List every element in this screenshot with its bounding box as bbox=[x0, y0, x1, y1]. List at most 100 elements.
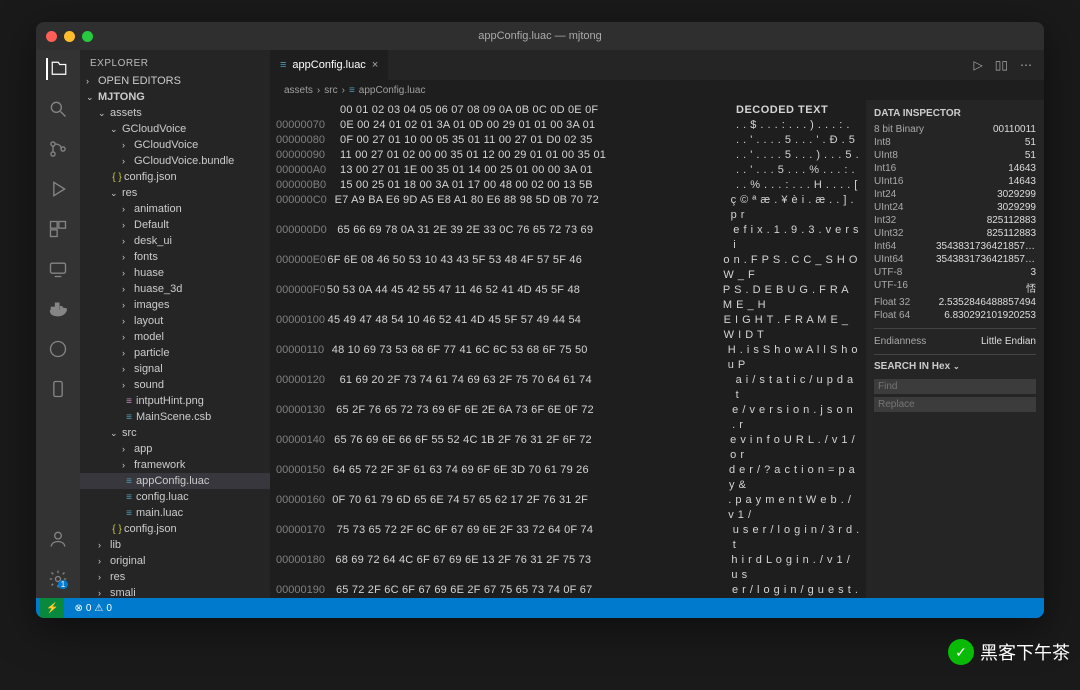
close-tab-icon[interactable]: × bbox=[372, 59, 378, 71]
split-icon[interactable]: ▯▯ bbox=[995, 58, 1008, 72]
folder-item[interactable]: ›GCloudVoice bbox=[80, 137, 270, 153]
account-icon[interactable] bbox=[47, 528, 69, 550]
folder-item[interactable]: ⌄src bbox=[80, 425, 270, 441]
project-root[interactable]: ⌄MJTONG bbox=[80, 89, 270, 105]
inspector-row: UInt1614643 bbox=[874, 175, 1036, 188]
folder-item[interactable]: ›desk_ui bbox=[80, 233, 270, 249]
inspector-row: UInt32825112883 bbox=[874, 227, 1036, 240]
hex-row[interactable]: 000000E06F 6E 08 46 50 53 10 43 43 5F 53… bbox=[276, 253, 860, 283]
settings-icon[interactable]: 1 bbox=[47, 568, 69, 590]
inspector-row: Int1614643 bbox=[874, 162, 1036, 175]
hex-row[interactable]: 0000018068 69 72 64 4C 6F 67 69 6E 13 2F… bbox=[276, 553, 860, 583]
search-icon[interactable] bbox=[47, 98, 69, 120]
titlebar: appConfig.luac — mjtong bbox=[36, 22, 1044, 50]
folder-item[interactable]: ›images bbox=[80, 297, 270, 313]
vscode-window: appConfig.luac — mjtong 1 EXPLORER ›OPEN… bbox=[36, 22, 1044, 618]
remote-icon[interactable] bbox=[47, 258, 69, 280]
inspector-row: UInt851 bbox=[874, 149, 1036, 162]
minimize-icon[interactable] bbox=[64, 31, 75, 42]
folder-item[interactable]: ›signal bbox=[80, 361, 270, 377]
explorer-title: EXPLORER bbox=[80, 54, 270, 73]
hex-row[interactable]: 0000014065 76 69 6E 66 6F 55 52 4C 1B 2F… bbox=[276, 433, 860, 463]
folder-item[interactable]: ⌄res bbox=[80, 185, 270, 201]
hex-row[interactable]: 0000015064 65 72 2F 3F 61 63 74 69 6F 6E… bbox=[276, 463, 860, 493]
file-item[interactable]: ≡ appConfig.luac bbox=[80, 473, 270, 489]
hex-row[interactable]: 0000019065 72 2F 6C 6F 67 69 6E 2F 67 75… bbox=[276, 583, 860, 598]
file-item[interactable]: ≡ main.luac bbox=[80, 505, 270, 521]
hex-row[interactable]: 0000010045 49 47 48 54 10 46 52 41 4D 45… bbox=[276, 313, 860, 343]
hex-row[interactable]: 000000B015 00 25 01 18 00 3A 01 17 00 48… bbox=[276, 178, 860, 193]
folder-item[interactable]: ›particle bbox=[80, 345, 270, 361]
folder-item[interactable]: ›GCloudVoice.bundle bbox=[80, 153, 270, 169]
hex-row[interactable]: 0000013065 2F 76 65 72 73 69 6F 6E 2E 6A… bbox=[276, 403, 860, 433]
folder-item[interactable]: ›smali bbox=[80, 585, 270, 598]
explorer-icon[interactable] bbox=[46, 58, 68, 80]
inspector-row: Float 646.830292101920253 bbox=[874, 309, 1036, 322]
wechat-icon: ✓ bbox=[948, 639, 974, 665]
inspector-row: Int643543831736421857583 bbox=[874, 240, 1036, 253]
activity-bar: 1 bbox=[36, 50, 80, 598]
inspector-row: Int32825112883 bbox=[874, 214, 1036, 227]
file-item[interactable]: { } config.json bbox=[80, 169, 270, 185]
folder-item[interactable]: ⌄GCloudVoice bbox=[80, 121, 270, 137]
file-item[interactable]: ≡ intputHint.png bbox=[80, 393, 270, 409]
folder-item[interactable]: ›Default bbox=[80, 217, 270, 233]
file-item[interactable]: { } config.json bbox=[80, 521, 270, 537]
phone-icon[interactable] bbox=[47, 378, 69, 400]
explorer-sidebar: EXPLORER ›OPEN EDITORS ⌄MJTONG ⌄assets⌄G… bbox=[80, 50, 270, 598]
open-editors-section[interactable]: ›OPEN EDITORS bbox=[80, 73, 270, 89]
inspector-row: Int851 bbox=[874, 136, 1036, 149]
folder-item[interactable]: ›sound bbox=[80, 377, 270, 393]
hex-row[interactable]: 000000A013 00 27 01 1E 00 35 01 14 00 25… bbox=[276, 163, 860, 178]
folder-item[interactable]: ›huase bbox=[80, 265, 270, 281]
breadcrumb[interactable]: assets› src› ≡appConfig.luac bbox=[270, 80, 1044, 100]
maximize-icon[interactable] bbox=[82, 31, 93, 42]
folder-item[interactable]: ›app bbox=[80, 441, 270, 457]
hex-row[interactable]: 000001600F 70 61 79 6D 65 6E 74 57 65 62… bbox=[276, 493, 860, 523]
hex-row[interactable]: 000000C0E7 A9 BA E6 9D A5 E8 A1 80 E6 88… bbox=[276, 193, 860, 223]
inspector-row: 8 bit Binary00110011 bbox=[874, 123, 1036, 136]
inspector-row: UTF-16㤳 bbox=[874, 279, 1036, 296]
find-input[interactable] bbox=[874, 379, 1036, 394]
folder-item[interactable]: ›framework bbox=[80, 457, 270, 473]
docker-icon[interactable] bbox=[47, 298, 69, 320]
hex-row[interactable]: 0000009011 00 27 01 02 00 00 35 01 12 00… bbox=[276, 148, 860, 163]
close-icon[interactable] bbox=[46, 31, 57, 42]
remote-indicator[interactable]: ⚡ bbox=[40, 598, 64, 618]
scm-icon[interactable] bbox=[47, 138, 69, 160]
extensions-icon[interactable] bbox=[47, 218, 69, 240]
inspector-row: UInt243029299 bbox=[874, 201, 1036, 214]
folder-item[interactable]: ›model bbox=[80, 329, 270, 345]
inspector-row: UInt643543831736421857583 bbox=[874, 253, 1036, 266]
folder-item[interactable]: ›lib bbox=[80, 537, 270, 553]
window-title: appConfig.luac — mjtong bbox=[478, 30, 602, 42]
bookmark-icon[interactable] bbox=[47, 338, 69, 360]
hex-row[interactable]: 000000800F 00 27 01 10 00 05 35 01 11 00… bbox=[276, 133, 860, 148]
replace-input[interactable] bbox=[874, 397, 1036, 412]
folder-item[interactable]: ›original bbox=[80, 553, 270, 569]
hex-row[interactable]: 000000700E 00 24 01 02 01 3A 01 0D 00 29… bbox=[276, 118, 860, 133]
hex-row[interactable]: 0000011048 10 69 73 53 68 6F 77 41 6C 6C… bbox=[276, 343, 860, 373]
tab-appconfig[interactable]: ≡ appConfig.luac × bbox=[270, 50, 388, 80]
file-item[interactable]: ≡ MainScene.csb bbox=[80, 409, 270, 425]
status-problems[interactable]: ⊗0⚠0 bbox=[68, 603, 117, 614]
hex-row[interactable]: 000000F050 53 0A 44 45 42 55 47 11 46 52… bbox=[276, 283, 860, 313]
run-icon[interactable]: ▷ bbox=[974, 58, 983, 72]
folder-item[interactable]: ›huase_3d bbox=[80, 281, 270, 297]
file-item[interactable]: ≡ config.luac bbox=[80, 489, 270, 505]
more-icon[interactable]: ⋯ bbox=[1020, 58, 1032, 72]
status-bar: ⚡ ⊗0⚠0 bbox=[36, 598, 1044, 618]
folder-item[interactable]: ›layout bbox=[80, 313, 270, 329]
inspector-row: UTF-83 bbox=[874, 266, 1036, 279]
hex-editor[interactable]: 00 01 02 03 04 05 06 07 08 09 0A 0B 0C 0… bbox=[270, 100, 1044, 598]
folder-item[interactable]: ›animation bbox=[80, 201, 270, 217]
folder-item[interactable]: ›res bbox=[80, 569, 270, 585]
editor-area: ≡ appConfig.luac × ▷ ▯▯ ⋯ assets› src› ≡… bbox=[270, 50, 1044, 598]
hex-row[interactable]: 0000012061 69 20 2F 73 74 61 74 69 63 2F… bbox=[276, 373, 860, 403]
data-inspector: DATA INSPECTOR 8 bit Binary00110011Int85… bbox=[866, 100, 1044, 598]
hex-row[interactable]: 0000017075 73 65 72 2F 6C 6F 67 69 6E 2F… bbox=[276, 523, 860, 553]
folder-item[interactable]: ⌄assets bbox=[80, 105, 270, 121]
debug-icon[interactable] bbox=[47, 178, 69, 200]
hex-row[interactable]: 000000D065 66 69 78 0A 31 2E 39 2E 33 0C… bbox=[276, 223, 860, 253]
folder-item[interactable]: ›fonts bbox=[80, 249, 270, 265]
